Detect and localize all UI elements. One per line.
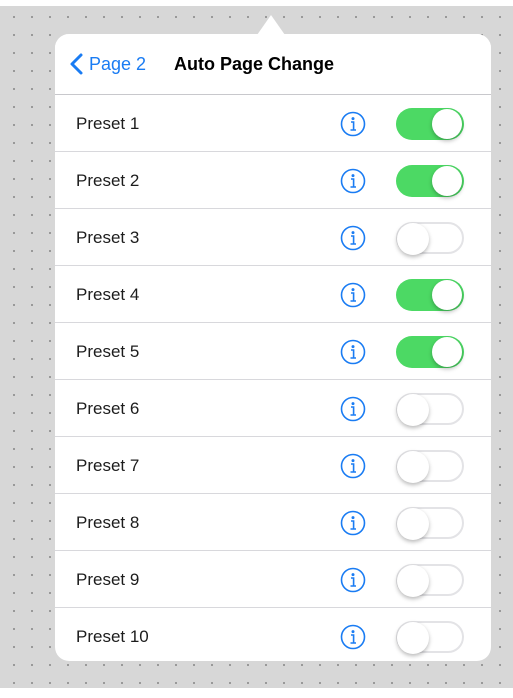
toggle-knob (432, 280, 462, 310)
preset-toggle[interactable] (396, 279, 464, 311)
info-icon[interactable] (340, 567, 366, 593)
preset-toggle[interactable] (396, 336, 464, 368)
toggle-knob (397, 223, 429, 255)
preset-label: Preset 8 (76, 513, 140, 532)
toggle-knob (397, 508, 429, 540)
info-icon[interactable] (340, 396, 366, 422)
preset-toggle[interactable] (396, 393, 464, 426)
popover-arrow (257, 15, 285, 35)
navigation-bar: Page 2 Auto Page Change (55, 34, 491, 95)
back-button[interactable]: Page 2 (67, 52, 146, 76)
preset-toggle[interactable] (396, 564, 464, 597)
preset-label: Preset 4 (76, 285, 140, 304)
chevron-left-icon (70, 53, 83, 75)
toggle-knob (397, 394, 429, 426)
preset-label: Preset 5 (76, 342, 140, 361)
preset-label: Preset 9 (76, 570, 140, 589)
backdrop-bottom-strip (0, 688, 513, 698)
info-icon[interactable] (340, 168, 366, 194)
toggle-knob (397, 451, 429, 483)
info-icon[interactable] (340, 453, 366, 479)
backdrop-top-strip (0, 0, 513, 6)
preset-row: Preset 8 (55, 494, 491, 551)
preset-toggle[interactable] (396, 621, 464, 654)
preset-row: Preset 5 (55, 323, 491, 380)
preset-label: Preset 2 (76, 171, 140, 190)
toggle-knob (397, 565, 429, 597)
back-button-label: Page 2 (89, 54, 147, 74)
toggle-knob (432, 166, 462, 196)
toggle-knob (397, 622, 429, 654)
preset-label: Preset 3 (76, 228, 140, 247)
preset-label: Preset 7 (76, 456, 140, 475)
toggle-knob (432, 109, 462, 139)
info-icon[interactable] (340, 339, 366, 365)
toggle-knob (432, 337, 462, 367)
preset-row: Preset 3 (55, 209, 491, 266)
preset-toggle[interactable] (396, 222, 464, 255)
preset-row: Preset 9 (55, 551, 491, 608)
preset-row: Preset 7 (55, 437, 491, 494)
preset-row: Preset 1 (55, 95, 491, 152)
info-icon[interactable] (340, 282, 366, 308)
preset-toggle[interactable] (396, 165, 464, 197)
preset-row: Preset 10 (55, 608, 491, 661)
preset-toggle[interactable] (396, 450, 464, 483)
preset-row: Preset 4 (55, 266, 491, 323)
auto-page-change-popover: Page 2 Auto Page Change Preset 1 Preset 2… (55, 34, 491, 661)
preset-row: Preset 6 (55, 380, 491, 437)
info-icon[interactable] (340, 111, 366, 137)
info-icon[interactable] (340, 510, 366, 536)
preset-label: Preset 1 (76, 114, 140, 133)
page-title: Auto Page Change (174, 54, 335, 74)
preset-toggle[interactable] (396, 108, 464, 140)
preset-row: Preset 2 (55, 152, 491, 209)
preset-label: Preset 6 (76, 399, 140, 418)
info-icon[interactable] (340, 225, 366, 251)
preset-toggle[interactable] (396, 507, 464, 540)
preset-label: Preset 10 (76, 627, 149, 646)
info-icon[interactable] (340, 624, 366, 650)
preset-list: Preset 1 Preset 2 Preset 3 Preset 4 Preset 5… (55, 95, 491, 661)
